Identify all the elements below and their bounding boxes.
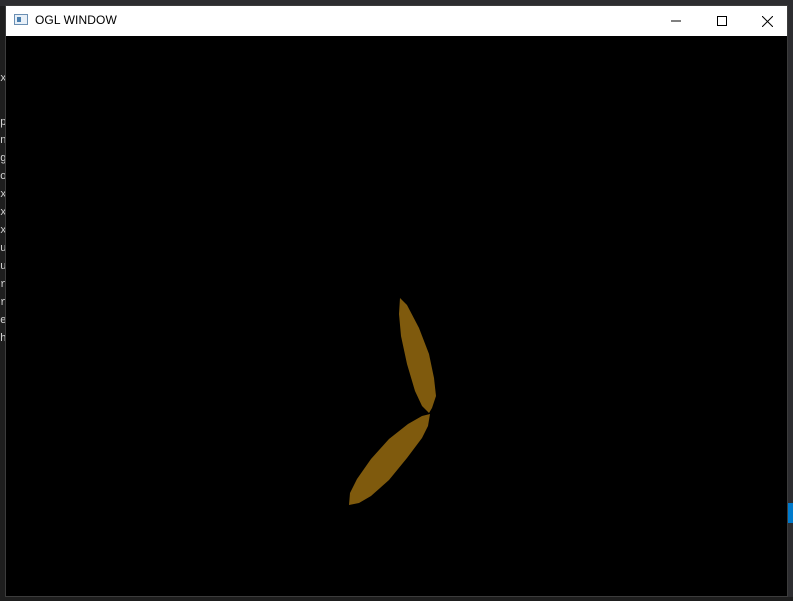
close-button[interactable] <box>744 6 790 36</box>
close-icon <box>761 15 773 27</box>
window-titlebar[interactable]: OGL WINDOW <box>6 6 787 36</box>
maximize-icon <box>717 16 727 26</box>
app-window-icon <box>14 14 28 25</box>
background-editor-accent <box>788 503 793 523</box>
minimize-icon <box>671 20 681 22</box>
opengl-canvas[interactable] <box>6 36 787 596</box>
opengl-scene <box>349 298 436 505</box>
window-title: OGL WINDOW <box>35 13 117 27</box>
minimize-button[interactable] <box>653 6 699 36</box>
upper-petal-shape <box>399 298 436 413</box>
lower-petal-shape <box>349 414 430 505</box>
maximize-button[interactable] <box>699 6 745 36</box>
ogl-window[interactable]: OGL WINDOW <box>5 5 788 597</box>
